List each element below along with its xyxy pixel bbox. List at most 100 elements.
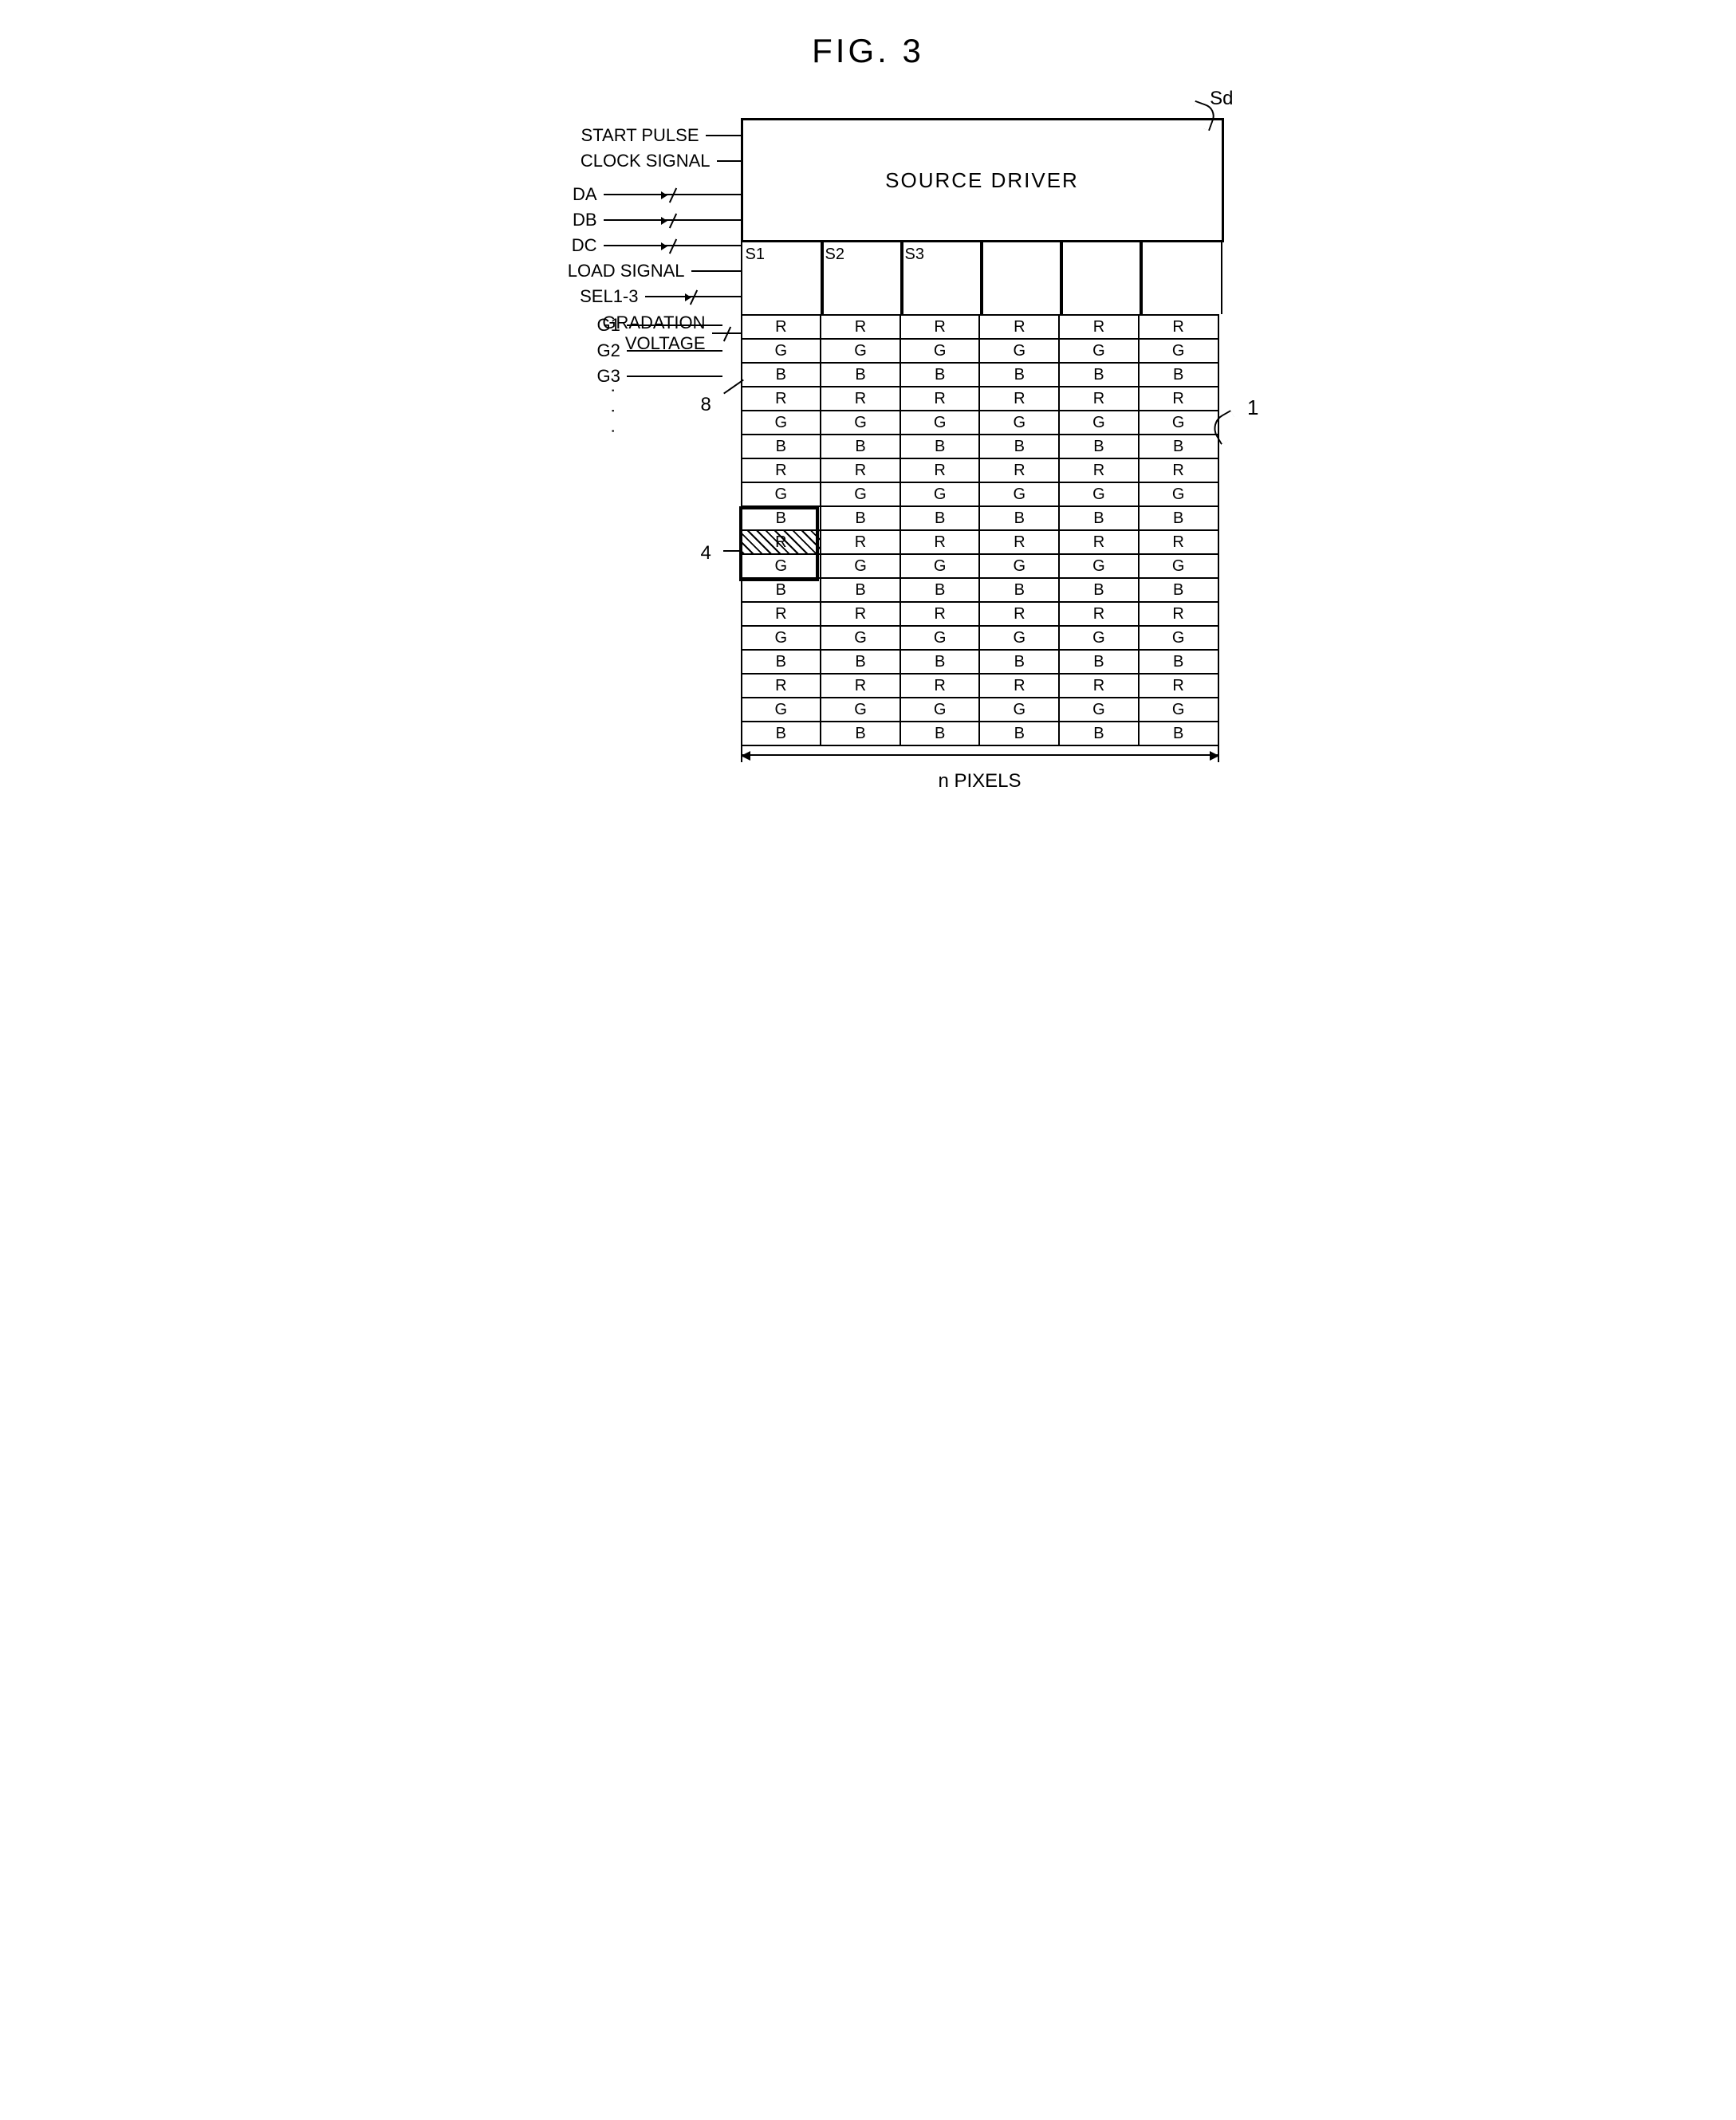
table-row: BBBBBB xyxy=(742,722,1218,745)
subpixel-cell: B xyxy=(821,578,900,602)
subpixel-cell: B xyxy=(900,435,980,458)
source-line-5 xyxy=(1060,242,1143,314)
subpixel-cell: G xyxy=(979,482,1059,506)
signal-wire xyxy=(645,296,741,297)
subpixel-cell: G xyxy=(1059,698,1139,722)
subpixel-cell: R xyxy=(742,674,821,698)
table-row: GGGGGG xyxy=(742,482,1218,506)
subpixel-cell: B xyxy=(742,363,821,387)
signal-label: DC xyxy=(572,235,597,256)
gate-wire xyxy=(627,324,722,326)
subpixel-cell: R xyxy=(979,315,1059,339)
subpixel-cell: B xyxy=(1059,506,1139,530)
gate-label-g2: G2 xyxy=(597,338,722,364)
subpixel-cell: G xyxy=(821,339,900,363)
signal-sel1-3: SEL1-3 xyxy=(580,284,740,309)
gate-label-text: G3 xyxy=(597,366,620,387)
source-line-1: S1 xyxy=(741,242,824,314)
subpixel-cell: B xyxy=(742,650,821,674)
callout-4: 4 xyxy=(701,542,711,564)
subpixel-cell: G xyxy=(742,482,821,506)
subpixel-cell: R xyxy=(1139,458,1218,482)
sd-label: Sd xyxy=(1210,88,1233,110)
table-row: GGGGGG xyxy=(742,626,1218,650)
gate-label-text: G1 xyxy=(597,315,620,336)
subpixel-cell: R xyxy=(1059,387,1139,411)
subpixel-cell: B xyxy=(1139,506,1218,530)
table-row: GGGGGG xyxy=(742,411,1218,435)
subpixel-cell: G xyxy=(1059,626,1139,650)
source-line-6 xyxy=(1140,242,1222,314)
subpixel-cell: G xyxy=(979,339,1059,363)
subpixel-cell: G xyxy=(1139,482,1218,506)
column-label: S2 xyxy=(825,246,844,264)
table-row: BBBBBB xyxy=(742,363,1218,387)
subpixel-cell: B xyxy=(1139,363,1218,387)
subpixel-cell: B xyxy=(742,506,821,530)
subpixel-cell: G xyxy=(979,554,1059,578)
subpixel-cell: G xyxy=(900,698,980,722)
subpixel-cell: B xyxy=(979,722,1059,745)
source-line-2: S2 xyxy=(821,242,903,314)
subpixel-cell: R xyxy=(742,315,821,339)
column-label: S1 xyxy=(746,246,765,264)
subpixel-cell: R xyxy=(900,458,980,482)
gate-wire xyxy=(627,376,722,377)
gate-label-g1: G1 xyxy=(597,313,722,338)
subpixel-cell: R xyxy=(742,602,821,626)
gate-line-labels: G1 G2 G3 xyxy=(597,313,722,389)
subpixel-cell: G xyxy=(821,554,900,578)
subpixel-cell: B xyxy=(900,506,980,530)
subpixel-cell: R xyxy=(900,602,980,626)
subpixel-cell: R xyxy=(1139,674,1218,698)
subpixel-cell: G xyxy=(821,482,900,506)
subpixel-cell: R xyxy=(821,602,900,626)
figure-title: FIG. 3 xyxy=(510,32,1227,70)
subpixel-cell: B xyxy=(1059,722,1139,745)
subpixel-cell: G xyxy=(979,411,1059,435)
figure-3: FIG. 3 START PULSECLOCK SIGNALDADBDCLOAD… xyxy=(510,32,1227,794)
subpixel-cell: B xyxy=(742,435,821,458)
subpixel-cell: R xyxy=(821,387,900,411)
signal-wire xyxy=(691,270,741,272)
subpixel-cell: G xyxy=(821,411,900,435)
driver-and-matrix: Sd SOURCE DRIVER S1S2S3 G1G2G3 · · · 8 4… xyxy=(741,118,1227,794)
table-row: GGGGGG xyxy=(742,339,1218,363)
subpixel-cell: B xyxy=(979,506,1059,530)
subpixel-cell: G xyxy=(1139,626,1218,650)
table-row: RRRRRR xyxy=(742,674,1218,698)
signal-db: DB xyxy=(573,207,741,233)
subpixel-cell: B xyxy=(900,363,980,387)
subpixel-cell: G xyxy=(1139,698,1218,722)
signal-wire xyxy=(604,219,741,221)
subpixel-cell: B xyxy=(1139,435,1218,458)
signal-dc: DC xyxy=(572,233,741,258)
signal-label: LOAD SIGNAL xyxy=(568,261,685,281)
column-label: S3 xyxy=(905,246,924,264)
signal-wire xyxy=(717,160,741,162)
subpixel-cell: R xyxy=(979,387,1059,411)
subpixel-cell: R xyxy=(1139,387,1218,411)
subpixel-cell: R xyxy=(979,530,1059,554)
subpixel-cell: B xyxy=(821,435,900,458)
table-row: RRRRRR xyxy=(742,315,1218,339)
subpixel-cell: B xyxy=(979,363,1059,387)
subpixel-cell: R xyxy=(1059,458,1139,482)
subpixel-cell: G xyxy=(1139,554,1218,578)
source-driver-block: SOURCE DRIVER xyxy=(741,118,1224,242)
width-dimension: n PIXELS xyxy=(741,746,1219,794)
subpixel-cell: G xyxy=(1139,339,1218,363)
subpixel-cell: B xyxy=(979,650,1059,674)
subpixel-cell: R xyxy=(821,458,900,482)
signal-start-pulse: START PULSE xyxy=(581,123,741,148)
subpixel-cell: R xyxy=(900,387,980,411)
subpixel-cell: R xyxy=(1059,315,1139,339)
subpixel-cell: G xyxy=(1139,411,1218,435)
subpixel-cell: G xyxy=(742,411,821,435)
signal-load-signal: LOAD SIGNAL xyxy=(568,258,741,284)
gate-label-text: G2 xyxy=(597,340,620,361)
subpixel-cell: B xyxy=(821,506,900,530)
table-row: BBBBBB xyxy=(742,435,1218,458)
subpixel-cell: G xyxy=(900,482,980,506)
table-row: BBBBBB xyxy=(742,650,1218,674)
